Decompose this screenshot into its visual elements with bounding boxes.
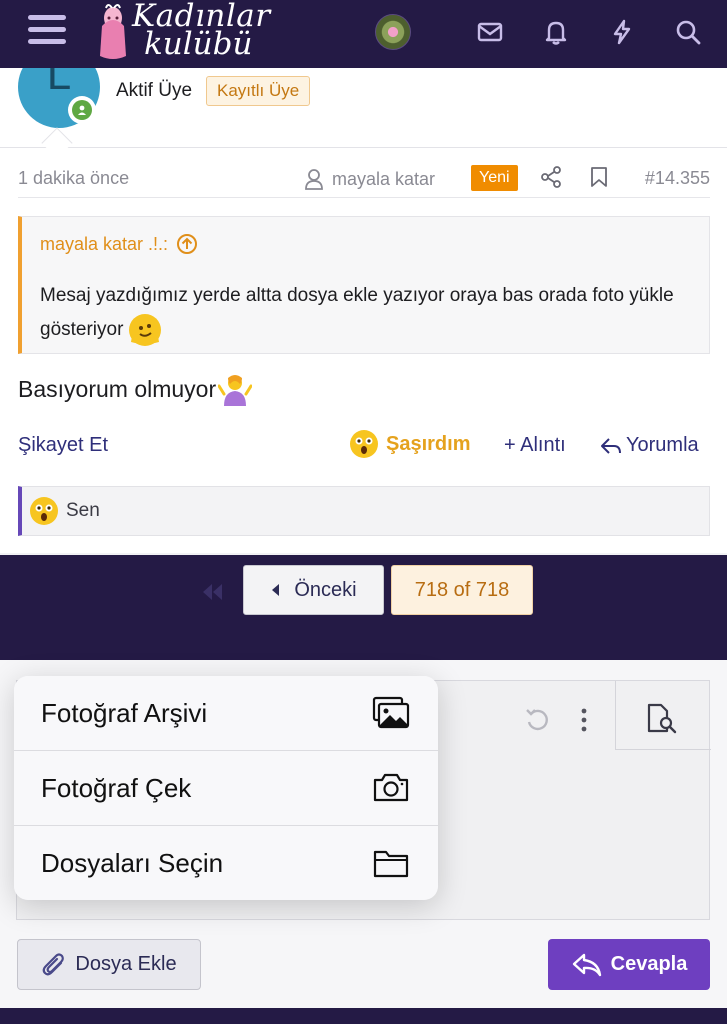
author-title: Aktif Üye	[116, 80, 193, 101]
astonished-emoji	[350, 430, 378, 458]
menu-item-take-photo[interactable]: Fotoğraf Çek	[14, 751, 438, 826]
photo-library-icon	[372, 696, 410, 729]
menu-icon[interactable]	[28, 15, 66, 47]
search-icon[interactable]	[671, 15, 705, 49]
pagination-band: Önceki 718 of 718	[0, 555, 727, 660]
thread-starter: mayala katar	[304, 168, 435, 190]
previous-page-button[interactable]: Önceki	[243, 565, 384, 615]
post-author-section: L Aktif Üye Kayıtlı Üye	[0, 46, 727, 159]
bell-icon[interactable]	[539, 15, 573, 49]
reactions-summary[interactable]: Sen	[18, 486, 710, 536]
arrow-up-circle-icon	[177, 234, 198, 254]
previous-page-label: Önceki	[294, 578, 357, 601]
reactions-summary-text: Sen	[66, 500, 100, 521]
online-status-icon	[68, 96, 96, 124]
menu-item-choose-files[interactable]: Dosyaları Seçin	[14, 826, 438, 900]
post-number[interactable]: #14.355	[645, 168, 710, 189]
thread-starter-name: mayala katar	[332, 168, 436, 189]
menu-item-label: Dosyaları Seçin	[41, 848, 224, 878]
attach-file-button[interactable]: Dosya Ekle	[17, 939, 201, 990]
submit-reply-label: Cevapla	[610, 953, 688, 975]
astonished-emoji	[30, 497, 58, 525]
bottom-bar	[0, 1008, 727, 1024]
user-icon	[305, 169, 323, 190]
top-icons	[375, 12, 705, 52]
attach-file-label: Dosya Ekle	[75, 953, 177, 975]
melting-face-emoji	[128, 313, 161, 346]
camera-icon	[373, 773, 409, 802]
post-text-content: Basıyorum olmuyor	[18, 375, 217, 402]
toolbar-separator-horizontal	[615, 749, 711, 750]
reaction-label: Şaşırdım	[386, 432, 471, 455]
shrug-emoji	[217, 372, 253, 406]
toolbar-separator	[615, 681, 616, 749]
double-chevron-left-icon[interactable]	[200, 581, 224, 603]
paperclip-icon	[43, 952, 65, 975]
reply-arrow-icon	[601, 437, 621, 454]
post-meta: 1 dakika önce mayala katar Yeni #14.355	[18, 164, 710, 198]
current-page-indicator[interactable]: 718 of 718	[391, 565, 533, 615]
file-source-menu: Fotoğraf Arşivi Fotoğraf Çek Dosyaları S…	[14, 676, 438, 900]
logo-text-line2: kulübü	[144, 26, 253, 62]
user-rank-badge: Kayıtlı Üye	[206, 76, 311, 106]
bolt-icon[interactable]	[605, 15, 639, 49]
logo-mascot-icon	[100, 4, 126, 59]
bookmark-icon[interactable]	[590, 166, 608, 193]
post-time[interactable]: 1 dakika önce	[18, 168, 129, 189]
menu-item-label: Fotoğraf Çek	[41, 772, 192, 803]
menu-item-label: Fotoğraf Arşivi	[41, 697, 208, 728]
quote-author-link[interactable]: mayala katar .!.:	[40, 233, 198, 255]
new-badge: Yeni	[471, 165, 518, 191]
menu-item-photo-library[interactable]: Fotoğraf Arşivi	[14, 676, 438, 751]
site-logo[interactable]: Kadınlar kulübü	[96, 0, 270, 64]
comment-button[interactable]: Yorumla	[600, 434, 699, 457]
preview-document-icon[interactable]	[645, 703, 679, 735]
user-avatar[interactable]	[375, 14, 411, 50]
submit-reply-button[interactable]: Cevapla	[548, 939, 710, 990]
reply-icon	[572, 953, 601, 976]
quote-author: mayala katar .!.:	[40, 233, 169, 254]
post-body: 1 dakika önce mayala katar Yeni #14.355 …	[0, 148, 727, 553]
caret-left-icon	[272, 584, 280, 596]
quoted-message: mayala katar .!.: Mesaj yazdığımız yerde…	[18, 216, 710, 354]
report-button[interactable]: Şikayet Et	[18, 434, 108, 457]
comment-label: Yorumla	[626, 434, 699, 456]
undo-icon[interactable]	[523, 705, 553, 735]
post-text: Basıyorum olmuyor	[18, 372, 253, 406]
quote-text: Mesaj yazdığımız yerde altta dosya ekle …	[40, 279, 690, 347]
more-vertical-icon[interactable]	[579, 705, 589, 735]
post-actions: Şikayet Et Şaşırdım + Alıntı Yorumla	[18, 430, 710, 466]
top-navigation-bar: Kadınlar kulübü	[0, 0, 727, 68]
quote-button[interactable]: + Alıntı	[504, 434, 566, 457]
share-icon[interactable]	[540, 166, 562, 193]
envelope-icon[interactable]	[473, 15, 507, 49]
folder-icon	[373, 850, 409, 878]
reaction-button[interactable]: Şaşırdım	[350, 430, 470, 458]
